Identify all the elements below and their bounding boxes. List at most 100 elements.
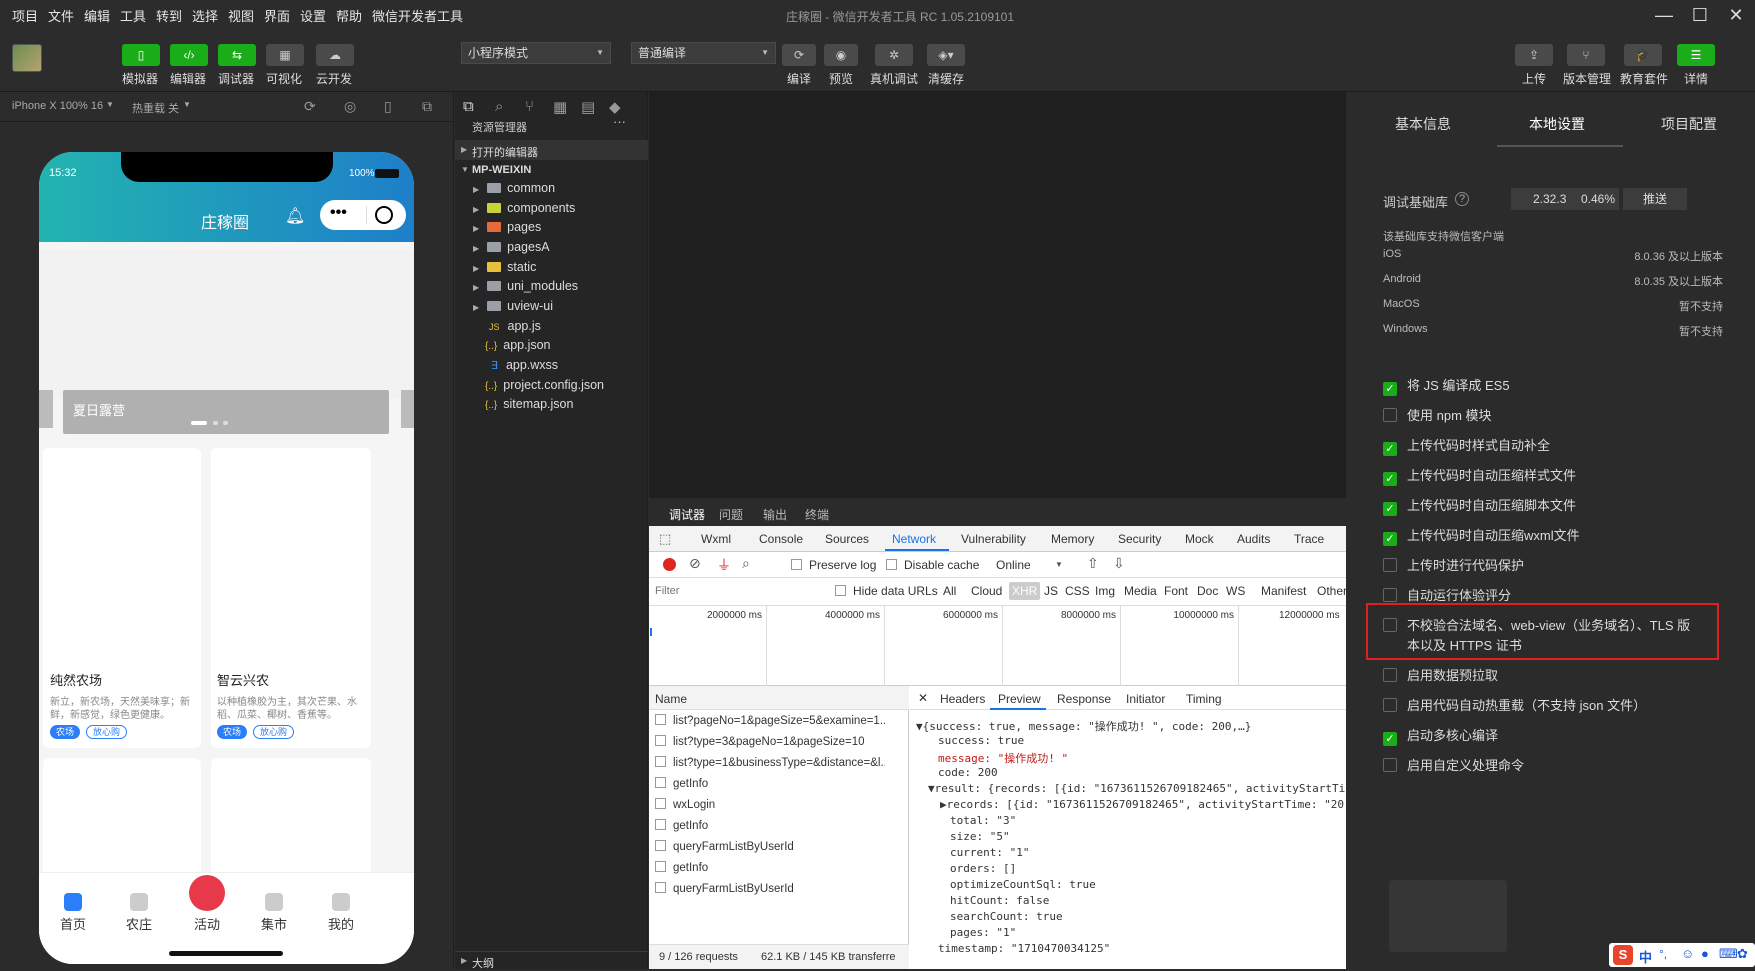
- tab-output[interactable]: 输出: [763, 506, 787, 523]
- mic-icon[interactable]: ●: [1701, 946, 1709, 961]
- checkbox[interactable]: [1383, 668, 1397, 682]
- tab-market[interactable]: 集市: [244, 893, 304, 933]
- json-line[interactable]: ▼result: {records: [{id: "16736115267091…: [928, 782, 1345, 795]
- folder-item[interactable]: ▶ pagesA: [473, 240, 550, 254]
- real-device-debug-button[interactable]: ✲: [875, 44, 913, 66]
- type-other[interactable]: Other: [1317, 584, 1347, 598]
- phone-icon[interactable]: ▯: [384, 98, 392, 115]
- checkbox-checked[interactable]: ✓: [1383, 472, 1397, 486]
- more-icon[interactable]: ···: [613, 114, 626, 129]
- tab-project-config[interactable]: 项目配置: [1661, 114, 1717, 134]
- type-css[interactable]: CSS: [1065, 584, 1090, 598]
- file-item[interactable]: ∃ app.wxss: [491, 358, 558, 372]
- download-har-icon[interactable]: ⇩: [1113, 555, 1125, 572]
- avatar[interactable]: [12, 44, 42, 72]
- files-icon[interactable]: ⧉: [463, 98, 474, 115]
- type-ws[interactable]: WS: [1226, 584, 1245, 598]
- tab-vulnerability[interactable]: Vulnerability: [961, 532, 1026, 546]
- tab-mock[interactable]: Mock: [1185, 532, 1214, 546]
- mode-select[interactable]: 小程序模式 ▼: [461, 42, 611, 64]
- menu-interface[interactable]: 界面: [264, 6, 290, 25]
- menu-file[interactable]: 文件: [48, 6, 74, 25]
- tab-headers[interactable]: Headers: [940, 692, 985, 706]
- menu-edit[interactable]: 编辑: [84, 6, 110, 25]
- layout-icon[interactable]: ▤: [581, 98, 595, 116]
- checkbox[interactable]: [1383, 758, 1397, 772]
- more-icon[interactable]: •••: [330, 204, 347, 222]
- type-xhr[interactable]: XHR: [1009, 582, 1041, 600]
- type-cloud[interactable]: Cloud: [971, 584, 1002, 598]
- option-npm[interactable]: 使用 npm 模块: [1383, 405, 1492, 424]
- request-row[interactable]: queryFarmListByUserId: [655, 882, 885, 895]
- option-prefetch[interactable]: 启用数据预拉取: [1383, 665, 1498, 684]
- checkbox[interactable]: [835, 585, 846, 596]
- banner[interactable]: [39, 250, 414, 398]
- checkbox[interactable]: [1383, 618, 1397, 632]
- banner-next[interactable]: [401, 390, 414, 428]
- timeline-overview[interactable]: 2000000 ms 4000000 ms 6000000 ms 8000000…: [649, 606, 1346, 686]
- type-doc[interactable]: Doc: [1197, 584, 1218, 598]
- simulator-button[interactable]: ▯: [122, 44, 160, 66]
- checkbox[interactable]: [791, 559, 802, 570]
- tab-security[interactable]: Security: [1118, 532, 1161, 546]
- cloud-button[interactable]: ☁: [316, 44, 354, 66]
- request-row[interactable]: getInfo: [655, 861, 885, 874]
- tab-debugger[interactable]: 调试器: [669, 506, 705, 523]
- farm-card[interactable]: [211, 758, 371, 878]
- tab-console[interactable]: Console: [759, 532, 803, 546]
- editor-area[interactable]: [649, 92, 1346, 498]
- root-folder[interactable]: ▼ MP-WEIXIN: [455, 160, 648, 180]
- checkbox[interactable]: [1383, 588, 1397, 602]
- type-media[interactable]: Media: [1124, 584, 1157, 598]
- option-minify-style[interactable]: ✓ 上传代码时自动压缩样式文件: [1383, 465, 1576, 486]
- editor-button[interactable]: ‹/›: [170, 44, 208, 66]
- tab-memory[interactable]: Memory: [1051, 532, 1094, 546]
- menu-devtools[interactable]: 微信开发者工具: [372, 6, 463, 25]
- close-icon[interactable]: ✕: [1724, 4, 1748, 26]
- file-item[interactable]: {..} project.config.json: [485, 378, 604, 392]
- lib-version-select[interactable]: 2.32.3 0.46%: [1511, 188, 1619, 210]
- folder-item[interactable]: ▶ components: [473, 201, 575, 215]
- tab-mine[interactable]: 我的: [311, 893, 371, 933]
- compile-select[interactable]: 普通编译 ▼: [631, 42, 776, 64]
- preserve-log-checkbox[interactable]: Preserve log: [791, 558, 876, 572]
- tab-farm[interactable]: 农庄: [109, 893, 169, 933]
- option-custom-command[interactable]: 启用自定义处理命令: [1383, 755, 1524, 774]
- ime-mode[interactable]: 中: [1639, 947, 1652, 966]
- request-row[interactable]: queryFarmListByUserId: [655, 840, 885, 853]
- request-row[interactable]: list?type=3&pageNo=1&pageSize=10: [655, 735, 885, 748]
- record-icon[interactable]: [663, 558, 676, 571]
- keyboard-icon[interactable]: ⌨: [1719, 946, 1738, 962]
- folder-item[interactable]: ▶ uview-ui: [473, 299, 553, 313]
- clear-cache-button[interactable]: ◈▾: [927, 44, 965, 66]
- checkbox-checked[interactable]: ✓: [1383, 732, 1397, 746]
- disable-cache-checkbox[interactable]: Disable cache: [886, 558, 979, 572]
- option-es5[interactable]: ✓ 将 JS 编译成 ES5: [1383, 375, 1510, 396]
- minimize-icon[interactable]: —: [1652, 4, 1676, 26]
- checkbox[interactable]: [1383, 558, 1397, 572]
- close-icon[interactable]: ✕: [918, 691, 928, 705]
- type-manifest[interactable]: Manifest: [1261, 584, 1306, 598]
- emoji-icon[interactable]: ☺: [1681, 946, 1694, 961]
- tab-sources[interactable]: Sources: [825, 532, 869, 546]
- checkbox-checked[interactable]: ✓: [1383, 532, 1397, 546]
- checkbox-checked[interactable]: ✓: [1383, 442, 1397, 456]
- farm-card[interactable]: 智云兴农 以种植橡胶为主，其次芒果、水 稻、瓜菜、椰树、香蕉等。 农场 放心购: [211, 448, 371, 748]
- request-row[interactable]: list?pageNo=1&pageSize=5&examine=1...: [655, 714, 885, 727]
- hotreload-select[interactable]: 热重载 关: [132, 100, 179, 116]
- git-icon[interactable]: ⑂: [525, 98, 534, 115]
- visual-button[interactable]: ▦: [266, 44, 304, 66]
- bell-icon[interactable]: 🔔︎: [285, 206, 305, 226]
- tab-basic-info[interactable]: 基本信息: [1395, 114, 1451, 134]
- maximize-icon[interactable]: ☐: [1688, 4, 1712, 26]
- upload-button[interactable]: ⇪: [1515, 44, 1553, 66]
- checkbox[interactable]: [1383, 408, 1397, 422]
- extensions-icon[interactable]: ▦: [553, 98, 567, 116]
- preview-button[interactable]: ◉: [824, 44, 858, 66]
- skin-icon[interactable]: ✿: [1737, 946, 1748, 962]
- menu-settings[interactable]: 设置: [300, 6, 326, 25]
- tab-problems[interactable]: 问题: [719, 506, 743, 523]
- filter-input[interactable]: [655, 582, 795, 600]
- checkbox[interactable]: [886, 559, 897, 570]
- debugger-button[interactable]: ⇆: [218, 44, 256, 66]
